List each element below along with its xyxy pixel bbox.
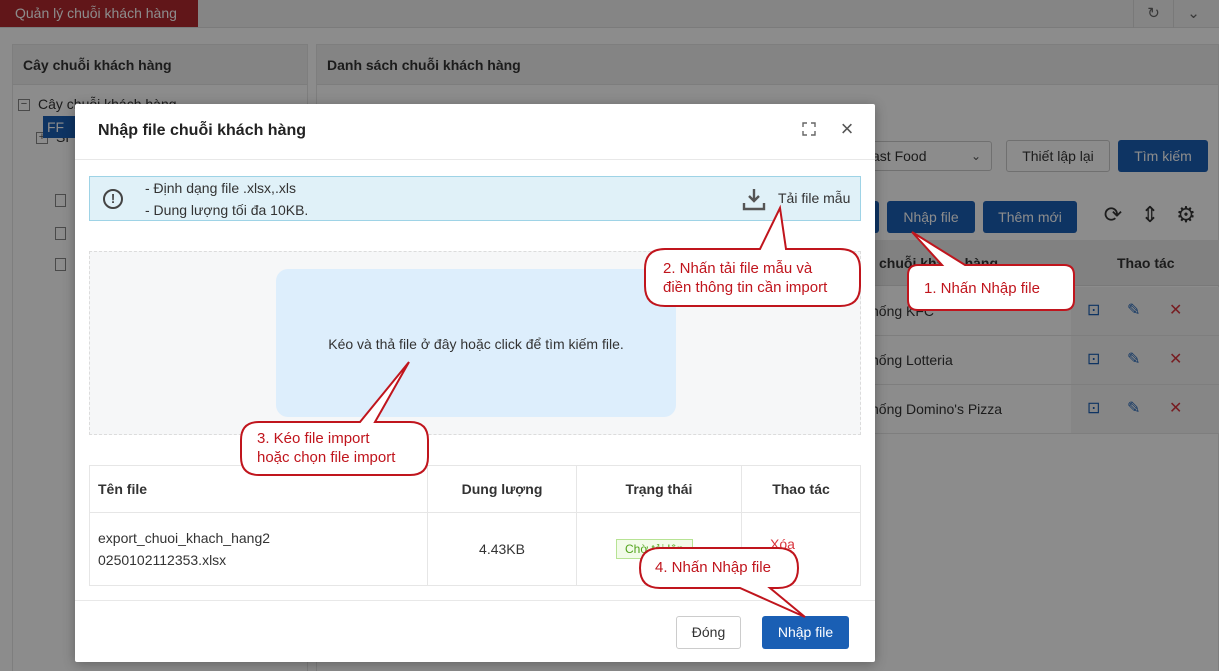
modal-title: Nhập file chuỗi khách hàng [98,122,307,139]
file-size: 4.43KB [479,541,525,557]
file-name-line: 0250102112353.xlsx [98,552,227,568]
status-badge: Chờ tải lên [616,539,693,559]
callout-step1: 1. Nhấn Nhập file [924,280,1040,297]
info-format: - Định dạng file .xlsx,.xls [145,180,296,196]
callout-step3-line2: hoặc chọn file import [257,449,396,466]
info-alert: ! - Định dạng file .xlsx,.xls - Dung lượ… [89,176,861,221]
info-size: - Dung lượng tối đa 10KB. [145,202,309,218]
callout-step2-line2: điền thông tin cần import [663,279,828,296]
divider [427,466,428,585]
fullscreen-icon[interactable] [801,122,817,140]
file-name: export_chuoi_khach_hang2 0250102112353.x… [98,527,270,571]
callout-step2-line1: 2. Nhấn tải file mẫu và [663,260,813,277]
file-name-line: export_chuoi_khach_hang2 [98,530,271,546]
submit-import-button[interactable]: Nhập file [762,616,849,649]
info-icon: ! [103,189,123,209]
divider [75,159,875,160]
close-button[interactable]: Đóng [676,616,741,649]
divider [75,600,875,601]
close-icon[interactable]: × [836,118,858,140]
dropzone-text: Kéo và thả file ở đây hoặc click để tìm … [328,336,624,352]
col-status: Trạng thái [625,481,693,497]
callout-step3-line1: 3. Kéo file import [257,430,370,447]
col-file-name: Tên file [98,481,148,497]
download-icon[interactable] [741,186,767,212]
download-template-link[interactable]: Tải file mẫu [778,190,850,206]
delete-file-link[interactable]: Xóa [770,536,795,552]
col-size: Dung lượng [461,481,543,497]
col-actions: Thao tác [772,481,830,497]
import-modal: Nhập file chuỗi khách hàng × ! - Định dạ… [75,104,875,662]
callout-step4: 4. Nhấn Nhập file [655,559,771,576]
file-table-header: Tên file Dung lượng Trạng thái Thao tác [90,466,860,513]
divider [576,466,577,585]
dropzone-area[interactable]: Kéo và thả file ở đây hoặc click để tìm … [276,269,676,417]
